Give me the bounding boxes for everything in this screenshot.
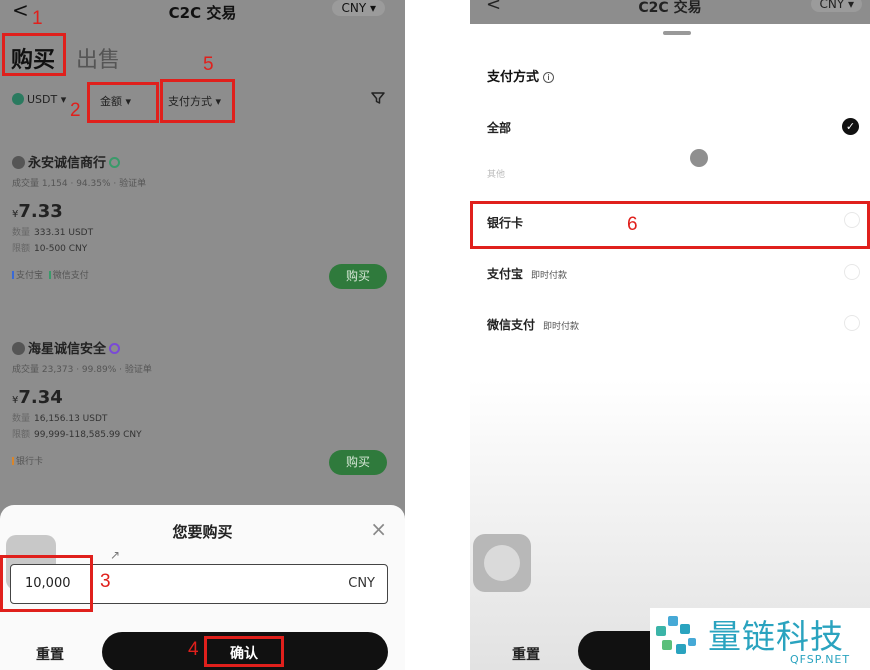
currency-selector[interactable]: CNY ▾ bbox=[811, 0, 862, 12]
annotation-number: 2 bbox=[70, 100, 81, 121]
floating-assist-button[interactable] bbox=[473, 534, 531, 592]
payment-method: 微信支付 bbox=[52, 271, 89, 281]
sheet-grabber[interactable] bbox=[663, 31, 691, 35]
usdt-icon bbox=[12, 93, 24, 105]
limit-label: 限额 bbox=[12, 244, 31, 254]
sheet-title: 您要购买 bbox=[172, 523, 233, 541]
merchant-price: ¥7.34 bbox=[12, 387, 392, 408]
avatar bbox=[12, 156, 25, 169]
annotation-box-6 bbox=[470, 201, 870, 249]
funnel-icon[interactable] bbox=[370, 90, 386, 110]
option-wechat-pay[interactable]: 微信支付 即时付款 bbox=[487, 316, 579, 333]
right-header: < C2C 交易 CNY ▾ bbox=[470, 0, 870, 24]
option-other[interactable]: 其他 bbox=[487, 167, 505, 180]
annotation-box-2 bbox=[87, 82, 159, 123]
buy-button[interactable]: 购买 bbox=[329, 264, 387, 289]
tab-sell[interactable]: 出售 bbox=[76, 42, 120, 74]
annotation-number: 3 bbox=[100, 571, 111, 592]
sheet-title: 支付方式 i bbox=[487, 66, 555, 85]
annotation-number: 5 bbox=[203, 54, 214, 75]
merchant-card: 永安诚信商行 成交量 1,154 · 94.35% · 验证单 ¥7.33 数量… bbox=[12, 152, 392, 289]
option-label: 微信支付 bbox=[487, 318, 536, 332]
merchant-name: 海星诚信安全 bbox=[28, 342, 107, 357]
coin-selector[interactable]: USDT ▾ bbox=[12, 93, 66, 106]
annotation-box-3 bbox=[0, 555, 93, 612]
radio-alipay[interactable] bbox=[844, 264, 860, 280]
limit-label: 限额 bbox=[12, 430, 31, 440]
payment-method: 支付宝 bbox=[16, 271, 44, 281]
option-tag: 即时付款 bbox=[531, 271, 568, 281]
watermark-url: QFSP.NET bbox=[790, 653, 851, 666]
limit-row: 限额 10-500 CNY bbox=[12, 241, 392, 254]
annotation-number: 6 bbox=[627, 214, 638, 235]
quantity-row: 数量 333.31 USDT bbox=[12, 225, 392, 238]
reset-button[interactable]: 重置 bbox=[512, 644, 540, 664]
quantity-row: 数量 16,156.13 USDT bbox=[12, 411, 392, 424]
mouse-cursor-icon: ↗ bbox=[110, 548, 121, 562]
verified-badge-icon bbox=[109, 343, 121, 354]
watermark-text: 量链科技 bbox=[708, 617, 844, 656]
left-header: < C2C 交易 CNY ▾ bbox=[0, 0, 405, 28]
option-label: 全部 bbox=[487, 121, 512, 135]
touch-indicator bbox=[690, 149, 708, 167]
merchant-stats: 成交量 23,373 · 99.89% · 验证单 bbox=[12, 365, 152, 375]
option-tag: 即时付款 bbox=[543, 322, 580, 332]
avatar bbox=[12, 342, 25, 355]
quantity-value: 333.31 USDT bbox=[34, 228, 94, 238]
price-value: 7.34 bbox=[18, 387, 63, 408]
merchant-stats: 成交量 1,154 · 94.35% · 验证单 bbox=[12, 179, 147, 189]
brand-logo-icon bbox=[656, 616, 696, 654]
screenshot-canvas: < C2C 交易 CNY ▾ 购买 出售 USDT ▾ 金额 ▾ 支付方式 ▾ … bbox=[0, 0, 870, 670]
checkmark-icon: ✓ bbox=[842, 118, 859, 135]
info-icon[interactable]: i bbox=[543, 72, 555, 83]
limit-value: 10-500 CNY bbox=[34, 244, 88, 254]
annotation-number: 4 bbox=[188, 639, 199, 660]
radio-wechat-pay[interactable] bbox=[844, 315, 860, 331]
watermark-logo: 量链科技 QFSP.NET bbox=[650, 608, 870, 670]
coin-label: USDT ▾ bbox=[27, 93, 67, 106]
currency-selector[interactable]: CNY ▾ bbox=[332, 0, 385, 16]
option-all[interactable]: 全部 bbox=[487, 119, 511, 136]
quantity-label: 数量 bbox=[12, 414, 31, 424]
reset-button[interactable]: 重置 bbox=[36, 644, 64, 664]
price-value: 7.33 bbox=[18, 201, 63, 222]
right-phone-screen: < C2C 交易 CNY ▾ 支付方式 i 全部 ✓ 其他 银行卡 支付宝 即时付款… bbox=[470, 0, 870, 670]
limit-value: 99,999-118,585.99 CNY bbox=[34, 430, 142, 440]
quantity-value: 16,156.13 USDT bbox=[34, 414, 108, 424]
option-alipay[interactable]: 支付宝 即时付款 bbox=[487, 265, 567, 282]
sheet-title-text: 支付方式 bbox=[487, 70, 540, 85]
verified-badge-icon bbox=[109, 157, 121, 168]
amount-unit: CNY bbox=[348, 576, 375, 591]
merchant-card: 海星诚信安全 成交量 23,373 · 99.89% · 验证单 ¥7.34 数… bbox=[12, 338, 392, 475]
quantity-label: 数量 bbox=[12, 228, 31, 238]
merchant-price: ¥7.33 bbox=[12, 201, 392, 222]
payment-method: 银行卡 bbox=[16, 457, 44, 467]
annotation-box-5 bbox=[160, 79, 235, 123]
limit-row: 限额 99,999-118,585.99 CNY bbox=[12, 427, 392, 440]
buy-button[interactable]: 购买 bbox=[329, 450, 387, 475]
option-label: 支付宝 bbox=[487, 267, 524, 281]
annotation-box-1 bbox=[2, 33, 66, 76]
annotation-number: 1 bbox=[32, 8, 43, 29]
close-icon[interactable]: × bbox=[370, 517, 387, 541]
page-title: C2C 交易 bbox=[638, 0, 702, 16]
merchant-name: 永安诚信商行 bbox=[28, 156, 107, 171]
annotation-box-4 bbox=[204, 636, 284, 667]
